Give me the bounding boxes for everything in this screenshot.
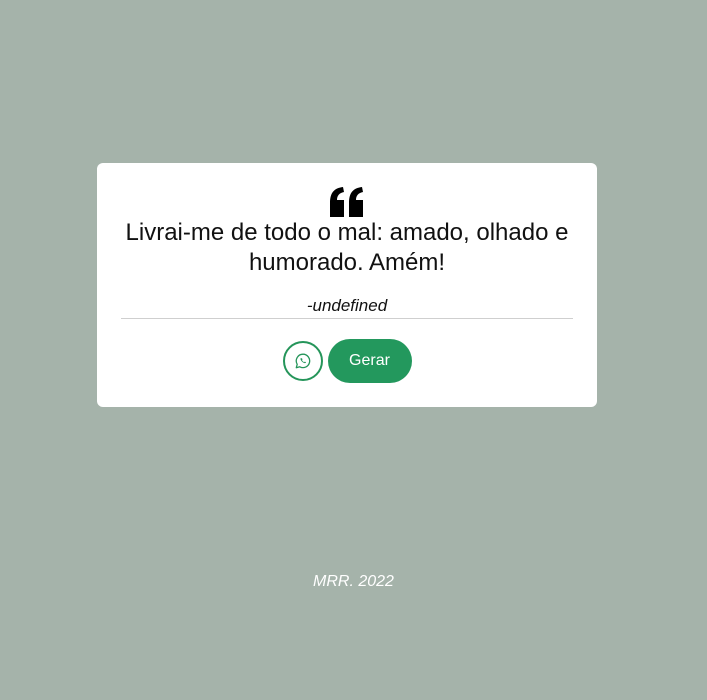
divider — [121, 318, 573, 319]
generate-button[interactable]: Gerar — [327, 339, 412, 383]
share-whatsapp-button[interactable] — [282, 341, 323, 381]
whatsapp-icon — [295, 353, 311, 369]
quote-card: Livrai-me de todo o mal: amado, olhado e… — [97, 163, 597, 407]
footer-credit: MRR. 2022 — [313, 573, 394, 590]
actions: Gerar — [97, 339, 597, 383]
quote-text: Livrai-me de todo o mal: amado, olhado e… — [125, 219, 569, 276]
quote-author: -undefined — [306, 296, 388, 315]
left-quote-icon — [97, 187, 597, 219]
